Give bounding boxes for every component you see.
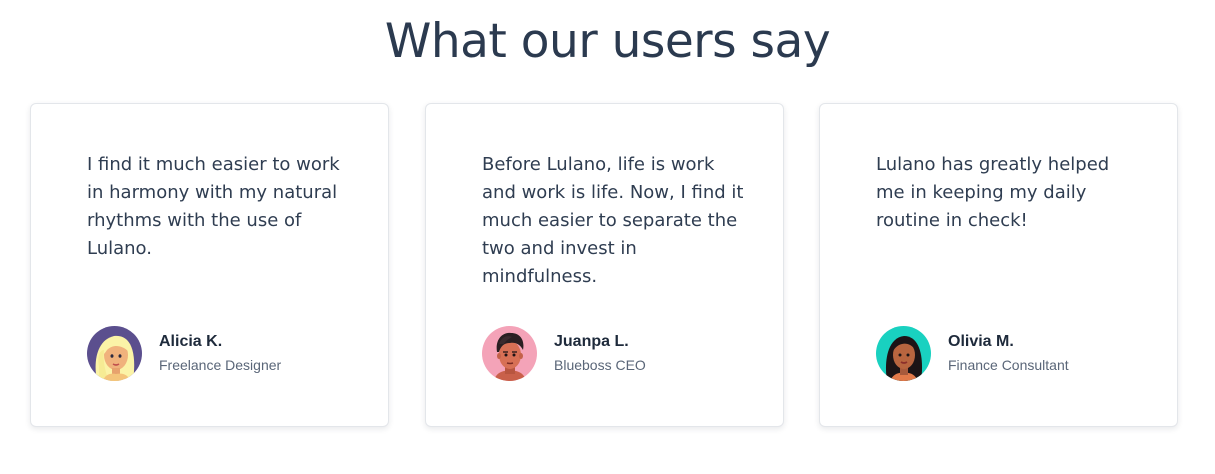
testimonial-card: I find it much easier to work in harmony… bbox=[30, 103, 389, 427]
testimonials-section: What our users say I find it much easier… bbox=[0, 0, 1215, 474]
testimonial-author: Alicia K. Freelance Designer bbox=[87, 325, 281, 381]
testimonial-quote: I find it much easier to work in harmony… bbox=[87, 154, 340, 259]
testimonial-card: Lulano has greatly helped me in keeping … bbox=[819, 103, 1178, 427]
testimonial-card: Before Lulano, life is work and work is … bbox=[425, 103, 784, 427]
author-role: Freelance Designer bbox=[159, 356, 282, 373]
man-dark-hair-avatar-icon bbox=[482, 325, 537, 381]
author-role: Blueboss CEO bbox=[554, 356, 646, 373]
author-role: Finance Consultant bbox=[948, 356, 1069, 373]
section-title: What our users say bbox=[384, 14, 831, 69]
author-text: Juanpa L. Blueboss CEO bbox=[554, 332, 646, 375]
author-name: Juanpa L. bbox=[554, 332, 629, 350]
author-name: Alicia K. bbox=[159, 332, 223, 350]
woman-blonde-avatar-icon bbox=[87, 325, 142, 381]
testimonial-quote: Lulano has greatly helped me in keeping … bbox=[876, 154, 1110, 231]
author-text: Olivia M. Finance Consultant bbox=[948, 332, 1069, 375]
testimonial-author: Olivia M. Finance Consultant bbox=[876, 325, 1069, 381]
author-name: Olivia M. bbox=[948, 332, 1014, 350]
testimonial-cards: I find it much easier to work in harmony… bbox=[30, 103, 1182, 429]
woman-dark-hair-avatar-icon bbox=[876, 325, 931, 381]
testimonial-author: Juanpa L. Blueboss CEO bbox=[482, 325, 646, 381]
testimonial-quote: Before Lulano, life is work and work is … bbox=[482, 154, 744, 287]
author-text: Alicia K. Freelance Designer bbox=[159, 332, 281, 375]
